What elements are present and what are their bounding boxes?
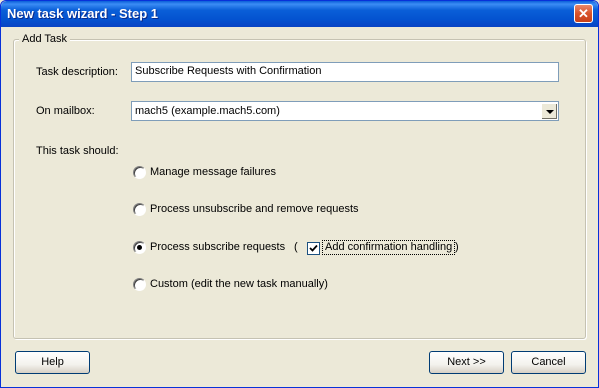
radio-process-subscribe[interactable] (133, 241, 146, 254)
radio-manage-failures[interactable] (133, 166, 146, 179)
confirmation-close-paren: ) (455, 241, 459, 253)
next-button[interactable]: Next >> (429, 351, 504, 374)
option-label: Process subscribe requests (150, 241, 286, 253)
help-button[interactable]: Help (15, 351, 90, 374)
task-should-label: This task should: (36, 145, 119, 157)
title-bar: New task wizard - Step 1 ✕ (1, 1, 598, 27)
radio-custom[interactable] (133, 278, 146, 291)
close-button[interactable]: ✕ (574, 4, 593, 23)
task-description-input[interactable]: Subscribe Requests with Confirmation (131, 62, 559, 82)
group-title: Add Task (19, 33, 71, 45)
option-label: Manage message failures (150, 166, 276, 178)
option-label: Process unsubscribe and remove requests (150, 203, 359, 215)
mailbox-select[interactable]: mach5 (example.mach5.com) (131, 101, 559, 121)
option-label: Custom (edit the new task manually) (150, 278, 328, 290)
mailbox-label: On mailbox: (36, 105, 95, 117)
add-task-group (13, 39, 586, 339)
wizard-window: New task wizard - Step 1 ✕ Add Task Task… (0, 0, 599, 388)
cancel-button[interactable]: Cancel (511, 351, 586, 374)
confirmation-label[interactable]: Add confirmation handling (325, 241, 452, 253)
confirmation-open-paren: ( (294, 241, 298, 253)
chevron-down-icon[interactable] (541, 103, 557, 119)
radio-process-unsubscribe[interactable] (133, 203, 146, 216)
window-title: New task wizard - Step 1 (7, 6, 158, 21)
task-description-label: Task description: (36, 66, 118, 78)
mailbox-select-value: mach5 (example.mach5.com) (135, 105, 280, 117)
close-icon: ✕ (578, 6, 589, 21)
confirmation-checkbox[interactable] (307, 242, 320, 255)
checkmark-icon (309, 244, 318, 252)
